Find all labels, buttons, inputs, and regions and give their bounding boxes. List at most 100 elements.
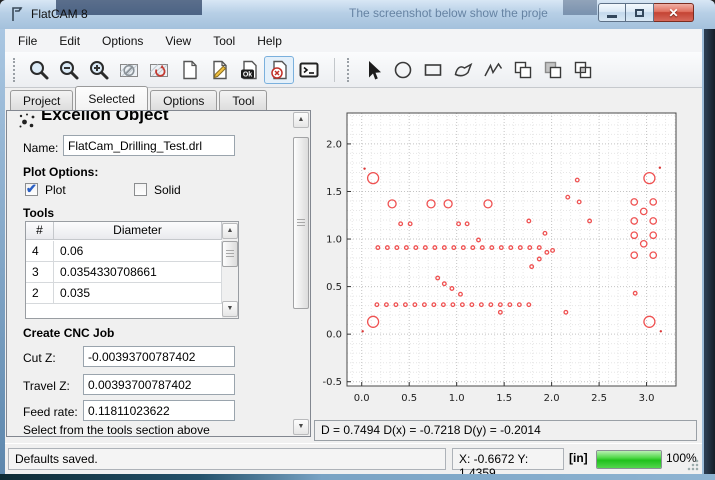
menu-file[interactable]: File [9, 31, 46, 51]
flatcam-window: The screenshot below show the proje Flat… [0, 0, 715, 480]
scroll-down-icon[interactable]: ▼ [293, 419, 309, 435]
scroll-down-icon[interactable]: ▼ [222, 301, 238, 317]
minimize-button[interactable] [598, 3, 626, 22]
tool-number[interactable]: 3 [26, 262, 54, 282]
pointer-tool-button[interactable] [358, 56, 388, 84]
tool-number[interactable]: 4 [26, 241, 54, 261]
panel-scrollbar-thumb[interactable] [293, 137, 309, 309]
svg-text:1.0: 1.0 [326, 235, 342, 246]
maximize-icon [635, 9, 644, 17]
title-bar[interactable]: The screenshot below show the proje Flat… [0, 0, 715, 29]
progress-fill [597, 451, 661, 468]
clear-plot-icon [118, 59, 140, 81]
plot-area[interactable]: 0.00.51.01.52.02.53.0-0.50.00.51.01.52.0 [314, 96, 700, 418]
close-button[interactable]: ✕ [654, 3, 694, 22]
menu-edit[interactable]: Edit [50, 31, 89, 51]
window-border-bottom [0, 474, 715, 480]
tab-project[interactable]: Project [10, 90, 73, 110]
shape-union-button[interactable] [508, 56, 538, 84]
tab-selected[interactable]: Selected [75, 86, 148, 110]
cnc-section-title: Create CNC Job [23, 326, 114, 340]
table-scrollbar-thumb[interactable] [222, 241, 238, 267]
tab-tool[interactable]: Tool [219, 90, 267, 110]
draw-polygon-button[interactable] [448, 56, 478, 84]
panel-title: Excellon Object [41, 111, 241, 125]
zoom-fit-button[interactable] [24, 56, 54, 84]
feedrate-input[interactable] [83, 400, 235, 421]
table-row[interactable]: 3 0.0354330708661 [26, 262, 222, 283]
replot-button[interactable] [144, 56, 174, 84]
plot-checkbox[interactable]: ✔ [25, 183, 38, 196]
ok-file-icon: Ok [238, 59, 260, 81]
zoom-in-button[interactable] [84, 56, 114, 84]
edit-file-button[interactable] [204, 56, 234, 84]
intersect-icon [572, 59, 594, 81]
excellon-object-icon [17, 112, 39, 132]
svg-text:1.5: 1.5 [496, 393, 512, 404]
shape-intersect-button[interactable] [568, 56, 598, 84]
menu-bar: File Edit Options View Tool Help [5, 29, 702, 52]
menu-view[interactable]: View [156, 31, 200, 51]
draw-polyline-button[interactable] [478, 56, 508, 84]
measurement-bar: D = 0.7494 D(x) = -0.7218 D(y) = -0.2014 [314, 420, 697, 441]
units-label: [in] [569, 451, 588, 465]
menu-options[interactable]: Options [93, 31, 152, 51]
polyline-tool-icon [482, 59, 504, 81]
zoom-out-button[interactable] [54, 56, 84, 84]
scroll-up-icon[interactable]: ▲ [293, 112, 309, 128]
col-diameter-header[interactable]: Diameter [54, 222, 222, 239]
tool-diameter[interactable]: 0.0354330708661 [54, 262, 222, 282]
draw-circle-button[interactable] [388, 56, 418, 84]
travelz-input[interactable] [83, 374, 235, 395]
delete-file-icon [268, 59, 290, 81]
solid-checkbox[interactable]: ✔ [134, 183, 147, 196]
clear-plot-button[interactable] [114, 56, 144, 84]
window-border-right [702, 29, 715, 474]
zoom-out-icon [58, 59, 80, 81]
solid-checkbox-label[interactable]: Solid [154, 183, 181, 197]
ok-file-button[interactable]: Ok [234, 56, 264, 84]
pointer-icon [362, 59, 384, 81]
menu-tool[interactable]: Tool [204, 31, 244, 51]
window-title: FlatCAM 8 [31, 7, 88, 21]
cutz-input[interactable] [83, 346, 235, 367]
svg-text:0.0: 0.0 [354, 393, 370, 404]
svg-text:Ok: Ok [243, 71, 252, 78]
table-row[interactable]: 2 0.035 [26, 283, 222, 304]
tab-options[interactable]: Options [150, 90, 217, 110]
resize-grip[interactable] [687, 459, 699, 471]
scroll-up-icon[interactable]: ▲ [222, 223, 238, 239]
shell-button[interactable] [294, 56, 324, 84]
tool-diameter[interactable]: 0.035 [54, 283, 222, 303]
tool-diameter[interactable]: 0.06 [54, 241, 222, 261]
edit-file-icon [208, 59, 230, 81]
glass-background-patch [563, 0, 597, 15]
name-label: Name: [23, 141, 58, 155]
toolbar-drag-handle[interactable] [347, 58, 352, 82]
app-icon [9, 6, 25, 22]
plot-options-label: Plot Options: [23, 165, 98, 179]
shape-subtract-button[interactable] [538, 56, 568, 84]
drill-plot[interactable]: 0.00.51.01.52.02.53.0-0.50.00.51.01.52.0 [314, 96, 700, 418]
window-controls: ✕ [598, 3, 694, 22]
new-file-icon [178, 59, 200, 81]
mouse-coordinates: X: -0.6672 Y: 1.4359 [452, 448, 564, 470]
tools-table-header: # Diameter [26, 222, 222, 240]
minimize-icon [607, 15, 617, 18]
draw-rectangle-button[interactable] [418, 56, 448, 84]
panel-scrollbar[interactable]: ▲ ▼ [293, 112, 309, 435]
cutz-label: Cut Z: [23, 351, 56, 365]
name-input[interactable] [63, 135, 235, 156]
plot-checkbox-label[interactable]: Plot [45, 183, 66, 197]
col-number-header[interactable]: # [26, 222, 54, 239]
shell-icon [298, 59, 320, 81]
toolbar-drag-handle[interactable] [13, 58, 18, 82]
tool-number[interactable]: 2 [26, 283, 54, 303]
menu-help[interactable]: Help [248, 31, 291, 51]
delete-file-button[interactable] [264, 56, 294, 84]
maximize-button[interactable] [626, 3, 654, 22]
table-row[interactable]: 4 0.06 [26, 241, 222, 262]
new-file-button[interactable] [174, 56, 204, 84]
rectangle-tool-icon [422, 59, 444, 81]
table-scrollbar[interactable]: ▲ ▼ [222, 222, 238, 318]
